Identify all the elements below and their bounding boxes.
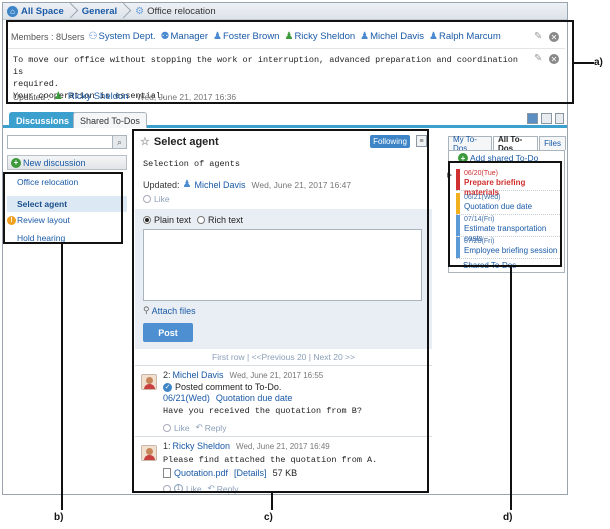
annotation-box-d xyxy=(448,161,562,267)
layout-two-pane-icon[interactable] xyxy=(541,113,552,124)
tab-discussions[interactable]: Discussions xyxy=(9,112,77,128)
tab-files[interactable]: Files xyxy=(539,136,566,150)
annotation-leader-c xyxy=(271,493,273,510)
search-input[interactable]: ⌕ xyxy=(7,135,127,149)
annotation-label-b: b) xyxy=(54,512,64,523)
main-tabs: Discussions Shared To-Dos xyxy=(3,110,567,128)
annotation-label-a: a) xyxy=(594,57,603,68)
tab-all-todos[interactable]: All To-Dos xyxy=(492,135,539,153)
annotation-leader-d xyxy=(510,267,512,510)
new-discussion-button[interactable]: + New discussion xyxy=(7,155,127,170)
home-icon: ⌂ xyxy=(7,5,18,17)
annotation-box-b xyxy=(3,172,123,244)
breadcrumb-all-space[interactable]: ⌂ All Space xyxy=(3,3,78,20)
breadcrumb: ⌂ All Space General ⚙ Office relocation xyxy=(3,3,567,20)
tab-my-todos[interactable]: My To-Dos xyxy=(448,135,492,153)
annotation-label-d: d) xyxy=(503,512,513,523)
plus-icon: + xyxy=(11,157,21,168)
layout-menu-icon[interactable] xyxy=(555,113,564,124)
breadcrumb-current: ⚙ Office relocation xyxy=(135,5,216,17)
annotation-box-c xyxy=(132,129,429,493)
todo-tabs: My To-Dos All To-Dos Files xyxy=(448,135,567,153)
annotation-leader-a xyxy=(574,62,594,64)
annotation-leader-b xyxy=(61,244,63,510)
space-icon: ⚙ xyxy=(135,5,145,17)
tab-shared-todos[interactable]: Shared To-Dos xyxy=(73,112,147,128)
breadcrumb-general[interactable]: General xyxy=(78,3,131,20)
search-icon[interactable]: ⌕ xyxy=(112,136,126,148)
annotation-label-c: c) xyxy=(264,512,273,523)
annotation-box-a xyxy=(6,20,574,104)
layout-three-pane-icon[interactable] xyxy=(527,113,538,124)
